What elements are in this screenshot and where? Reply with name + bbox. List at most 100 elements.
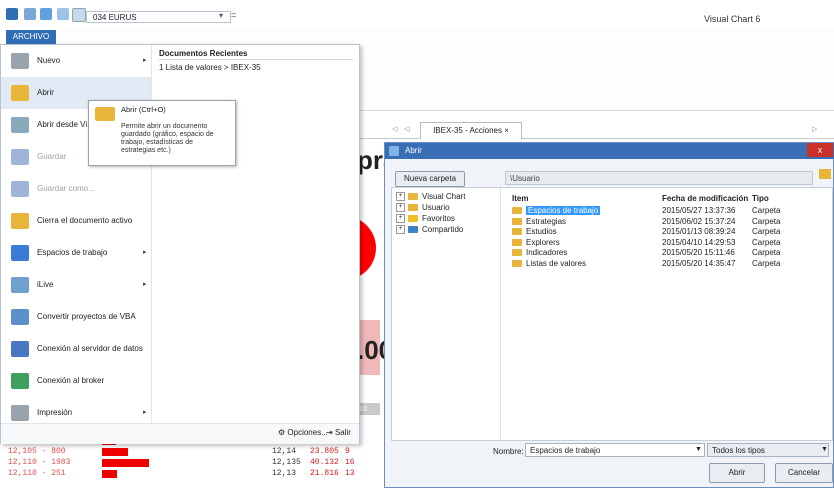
- menu-item[interactable]: Conexión al servidor de datos: [1, 333, 151, 365]
- options-button[interactable]: ⚙ Opciones...: [278, 428, 328, 437]
- folder-tree: + Visual Chart + Usuario + Favoritos + Comparti…: [392, 188, 501, 440]
- file-date: 2015/01/13 08:39:24: [662, 227, 736, 236]
- folder-icon: [512, 238, 522, 246]
- expand-icon[interactable]: +: [396, 214, 405, 224]
- expand-icon[interactable]: +: [396, 192, 405, 202]
- tree-item[interactable]: + Usuario: [396, 203, 450, 213]
- submenu-arrow-icon: ▸: [143, 281, 147, 288]
- file-tab[interactable]: ARCHIVO: [6, 30, 56, 44]
- order-price: 12,105 - 800: [8, 447, 66, 456]
- recent-document-item[interactable]: 1 Lista de valores > IBEX-35: [159, 63, 261, 72]
- tab-prev-icon[interactable]: ◁: [392, 125, 397, 133]
- tab-label: IBEX-35 - Acciones: [433, 126, 502, 135]
- file-row[interactable]: Listas de valores 2015/05/20 14:35:47 Carp…: [512, 259, 832, 269]
- chevron-down-icon[interactable]: ▼: [821, 446, 828, 453]
- menu-item-label: Espacios de trabajo: [37, 248, 108, 257]
- customize-toolbar-icon[interactable]: =: [231, 10, 236, 20]
- column-type[interactable]: Tipo: [752, 194, 769, 203]
- layout-icon[interactable]: [24, 8, 36, 20]
- column-item[interactable]: Item: [512, 194, 528, 203]
- folder-open-icon: [95, 107, 115, 121]
- window-title: Visual Chart 6: [704, 14, 761, 24]
- save-icon[interactable]: [40, 8, 52, 20]
- chevron-down-icon[interactable]: ▾: [219, 11, 223, 20]
- expand-icon[interactable]: +: [396, 225, 405, 235]
- close-icon[interactable]: ×: [504, 126, 509, 135]
- order-price: 12,110 - 1983: [8, 458, 71, 467]
- submenu-arrow-icon: ▸: [143, 57, 147, 64]
- order-count: 16: [345, 458, 355, 467]
- expand-icon[interactable]: +: [396, 203, 405, 213]
- menu-item-label: Guardar como...: [37, 184, 95, 193]
- template-icon[interactable]: [57, 8, 69, 20]
- name-label: Nombre:: [493, 447, 524, 456]
- symbol-input[interactable]: 034 EURUS: [86, 11, 231, 23]
- app-icon[interactable]: [6, 8, 18, 20]
- file-row[interactable]: Indicadores 2015/05/20 15:11:46 Carpeta: [512, 248, 832, 258]
- filename-input[interactable]: Espacios de trabajo: [525, 443, 705, 457]
- menu-item-label: Conexión al servidor de datos: [37, 344, 143, 353]
- cancel-button[interactable]: Cancelar: [775, 463, 833, 483]
- options-icon: ⚙: [278, 428, 288, 437]
- divider: [159, 59, 353, 60]
- volume-bar: [102, 470, 117, 478]
- file-name: Listas de valores: [526, 258, 587, 268]
- menu-item[interactable]: Convertir proyectos de VBA: [1, 301, 151, 333]
- app-icon: [389, 146, 399, 156]
- menu-item[interactable]: Guardar como...: [1, 173, 151, 205]
- menu-item[interactable]: Cierra el documento activo: [1, 205, 151, 237]
- tree-item[interactable]: + Favoritos: [396, 214, 455, 224]
- file-row[interactable]: Explorers 2015/04/10 14:29:53 Carpeta: [512, 238, 832, 248]
- file-row[interactable]: Estrategias 2015/06/02 15:37:24 Carpeta: [512, 217, 832, 227]
- folder-icon: [408, 226, 418, 234]
- open-button[interactable]: Abrir: [709, 463, 765, 483]
- order-count: 13: [345, 469, 355, 478]
- workspace-icon: [11, 245, 29, 261]
- tree-item-label: Visual Chart: [422, 192, 466, 201]
- options-label: Opciones...: [287, 428, 328, 437]
- column-date[interactable]: Fecha de modificación: [662, 194, 748, 203]
- file-type: Carpeta: [752, 237, 781, 247]
- quick-access-toolbar: 034 EURUS ▾ = Visual Chart 6: [0, 0, 834, 30]
- tab-ibex35-acciones[interactable]: IBEX-35 - Acciones ×: [420, 122, 522, 139]
- dialog-titlebar: Abrir x: [385, 143, 834, 159]
- folder-open-icon: [11, 85, 29, 101]
- menu-item[interactable]: Espacios de trabajo ▸: [1, 237, 151, 269]
- menu-item-label: Conexión al broker: [37, 376, 105, 385]
- folder-up-icon[interactable]: [819, 169, 831, 179]
- tree-item-label: Compartido: [422, 225, 464, 234]
- chevron-down-icon[interactable]: ▼: [695, 446, 702, 453]
- file-name: Indicadores: [526, 248, 568, 257]
- document-icon[interactable]: [72, 8, 86, 22]
- exit-button[interactable]: ⇥ Salir: [326, 428, 351, 437]
- new-folder-button[interactable]: Nueva carpeta: [395, 171, 465, 187]
- order-volume: 21.816: [310, 469, 339, 478]
- tab-next-icon[interactable]: ▷: [812, 125, 817, 133]
- file-date: 2015/05/20 15:11:46: [662, 248, 735, 257]
- server-connection-icon: [11, 341, 29, 357]
- file-type-select[interactable]: Todos los tipos: [707, 443, 829, 457]
- file-name: Espacios de trabajo: [526, 206, 601, 215]
- tree-item[interactable]: + Compartido: [396, 225, 464, 235]
- save-icon: [11, 149, 29, 165]
- order-count: 9: [345, 447, 350, 456]
- order-level: 12,13: [272, 469, 297, 478]
- file-row[interactable]: Estudios 2015/01/13 08:39:24 Carpeta: [512, 227, 832, 237]
- file-name: Estrategias: [526, 216, 567, 226]
- menu-item[interactable]: Nuevo ▸: [1, 45, 151, 77]
- path-field[interactable]: \Usuario: [505, 171, 813, 185]
- broker-connection-icon: [11, 373, 29, 389]
- menu-item-label: Guardar: [37, 152, 67, 161]
- tree-item[interactable]: + Visual Chart: [396, 192, 466, 202]
- file-row[interactable]: Espacios de trabajo 2015/05/27 13:37:36 Ca…: [512, 206, 832, 216]
- tooltip-body: Permite abrir un documento guardado (grá…: [121, 123, 214, 154]
- folder-icon: [512, 228, 522, 235]
- folder-icon: [512, 249, 522, 256]
- menu-item[interactable]: Conexión al broker: [1, 365, 151, 397]
- file-type: Carpeta: [752, 248, 781, 257]
- menu-item[interactable]: iLive ▸: [1, 269, 151, 301]
- vba-convert-icon: [11, 309, 29, 325]
- order-price: 12,110 - 251: [8, 469, 66, 478]
- tab-scroll-icon[interactable]: ◁: [404, 125, 409, 133]
- close-button[interactable]: x: [807, 143, 833, 157]
